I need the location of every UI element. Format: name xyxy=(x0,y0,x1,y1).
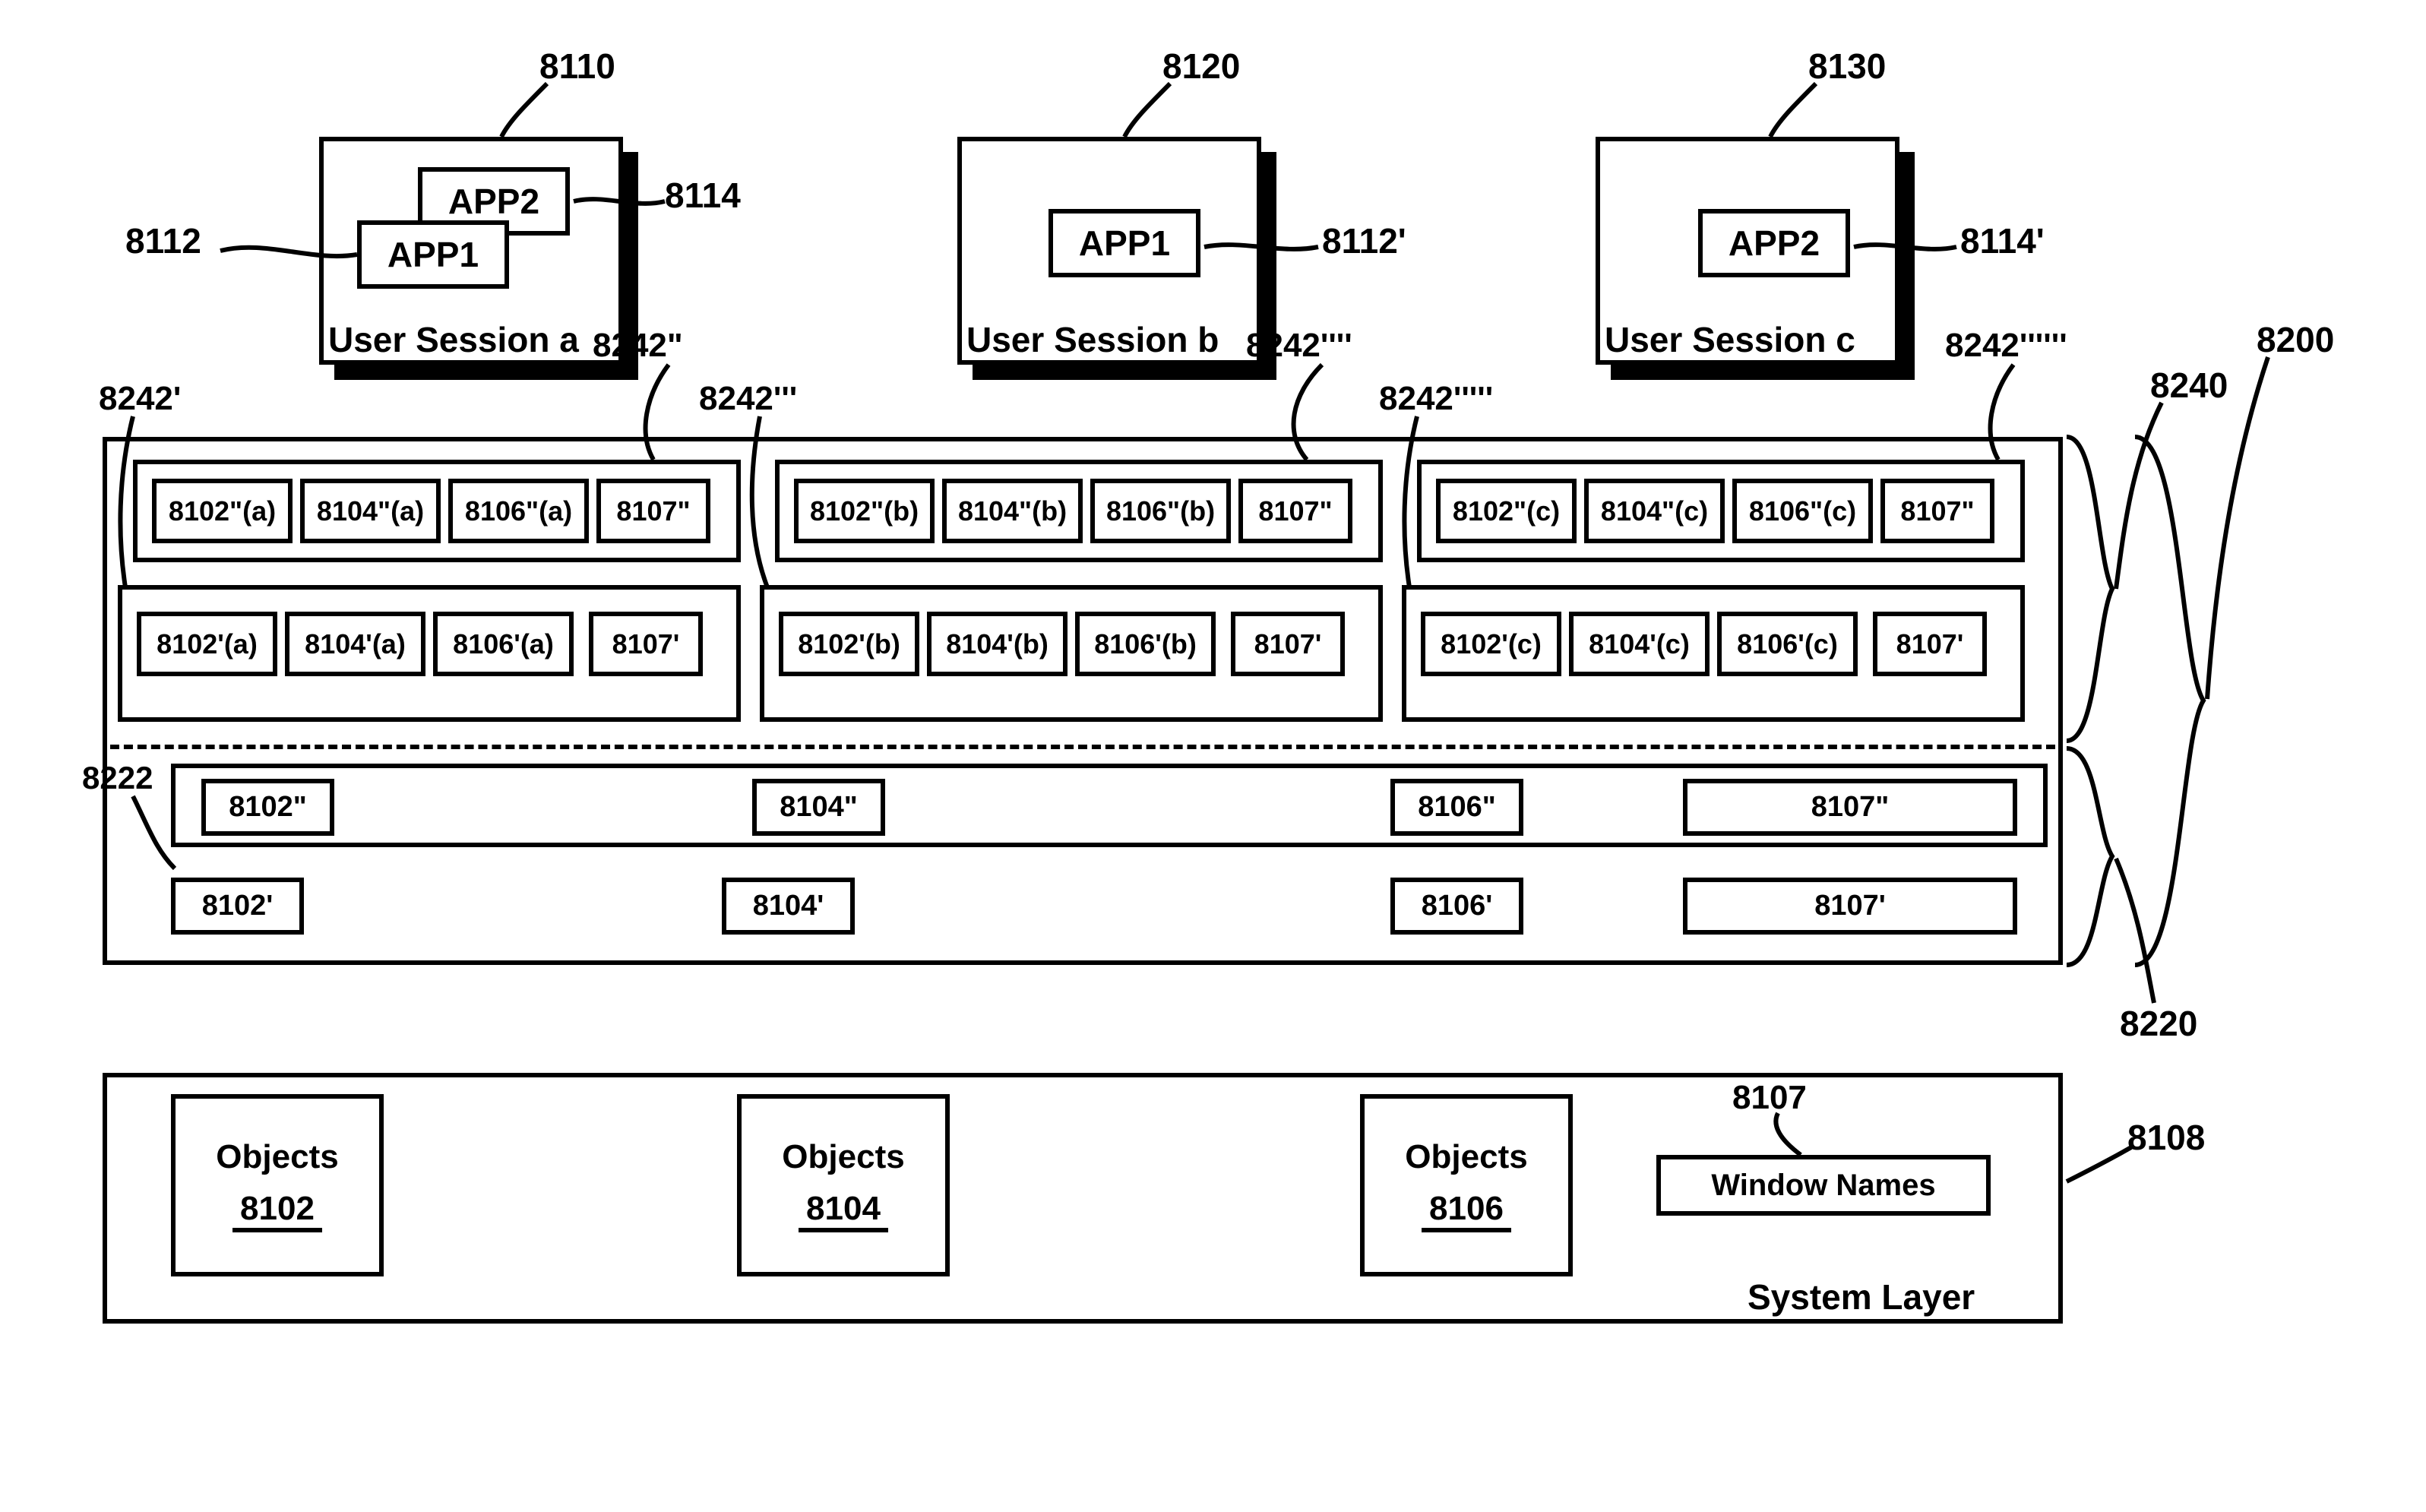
ref-8242p4: 8242'''' xyxy=(1246,327,1352,365)
cell-8106dd-c: 8106"(c) xyxy=(1732,479,1873,543)
cell-8104d-a: 8104'(a) xyxy=(285,612,425,676)
leader-8108 xyxy=(2067,1147,2135,1185)
cell-8102dd-b: 8102"(b) xyxy=(794,479,935,543)
leader-8242pp xyxy=(631,365,676,463)
objects-num-8106: 8106 xyxy=(1422,1190,1511,1232)
dashed-divider xyxy=(110,745,2055,749)
leader-8112p xyxy=(1204,239,1318,255)
cell-8106dd: 8106" xyxy=(1390,779,1523,836)
cell-8104d: 8104' xyxy=(722,878,855,935)
app1-block-b: APP1 xyxy=(1049,209,1200,277)
leader-8114 xyxy=(574,194,665,209)
cell-8102d-c: 8102'(c) xyxy=(1421,612,1561,676)
session-b-label: User Session b xyxy=(966,319,1219,360)
leader-8200 xyxy=(2207,357,2283,707)
session-a-label: User Session a xyxy=(328,319,579,360)
brace-8200 xyxy=(2135,437,2211,965)
leader-8242p4 xyxy=(1276,365,1330,463)
app1-block-a: APP1 xyxy=(357,220,509,289)
cell-8102dd-a: 8102"(a) xyxy=(152,479,293,543)
cell-8102d: 8102' xyxy=(171,878,304,935)
cell-8106d-a: 8106'(a) xyxy=(433,612,574,676)
ref-8108: 8108 xyxy=(2127,1117,2205,1158)
session-c-label: User Session c xyxy=(1605,319,1855,360)
ref-8242p: 8242' xyxy=(99,380,181,418)
ref-8130: 8130 xyxy=(1808,46,1886,87)
objects-num-8102: 8102 xyxy=(232,1190,322,1232)
ref-8242pp: 8242" xyxy=(593,327,683,365)
objects-8104: Objects 8104 xyxy=(737,1094,950,1276)
leader-8130 xyxy=(1770,84,1861,144)
leader-8242ppp xyxy=(752,416,783,591)
cell-8102dd: 8102" xyxy=(201,779,334,836)
leader-8114p xyxy=(1854,239,1956,255)
objects-label-3: Objects xyxy=(1405,1138,1527,1176)
cell-8107d-b: 8107' xyxy=(1231,612,1345,676)
leader-8120 xyxy=(1124,84,1216,144)
cell-8102dd-c: 8102"(c) xyxy=(1436,479,1577,543)
objects-8102: Objects 8102 xyxy=(171,1094,384,1276)
leader-8112 xyxy=(220,239,357,262)
window-names-box: Window Names xyxy=(1656,1155,1991,1216)
cell-8107dd: 8107" xyxy=(1683,779,2017,836)
leader-8242p xyxy=(118,416,148,591)
ref-8114: 8114 xyxy=(665,175,741,216)
cell-8107d: 8107' xyxy=(1683,878,2017,935)
cell-8107dd-c: 8107" xyxy=(1880,479,1994,543)
cell-8102d-a: 8102'(a) xyxy=(137,612,277,676)
cell-8102d-b: 8102'(b) xyxy=(779,612,919,676)
objects-label-1: Objects xyxy=(216,1138,338,1176)
leader-8107 xyxy=(1770,1113,1808,1159)
cell-8104dd-b: 8104"(b) xyxy=(942,479,1083,543)
leader-8242p5 xyxy=(1402,416,1432,591)
cell-8106dd-b: 8106"(b) xyxy=(1090,479,1231,543)
cell-8107d-a: 8107' xyxy=(589,612,703,676)
objects-label-2: Objects xyxy=(782,1138,904,1176)
cell-8106d-c: 8106'(c) xyxy=(1717,612,1858,676)
cell-8107d-c: 8107' xyxy=(1873,612,1987,676)
cell-8104dd-a: 8104"(a) xyxy=(300,479,441,543)
leader-8222 xyxy=(133,796,179,872)
ref-8112p: 8112' xyxy=(1322,220,1406,261)
ref-8242p6: 8242'''''' xyxy=(1945,327,2067,365)
ref-8120: 8120 xyxy=(1162,46,1240,87)
ref-8242ppp: 8242''' xyxy=(699,380,797,418)
objects-num-8104: 8104 xyxy=(799,1190,888,1232)
cell-8106dd-a: 8106"(a) xyxy=(448,479,589,543)
system-layer-label: System Layer xyxy=(1748,1276,1975,1317)
cell-8107dd-a: 8107" xyxy=(596,479,710,543)
diagram-canvas: APP2 APP1 User Session a APP1 User Sessi… xyxy=(0,0,2426,1512)
ref-8112: 8112 xyxy=(125,220,201,261)
cell-8106d-b: 8106'(b) xyxy=(1075,612,1216,676)
cell-8104dd-c: 8104"(c) xyxy=(1584,479,1725,543)
cell-8104d-b: 8104'(b) xyxy=(927,612,1068,676)
leader-8242p6 xyxy=(1975,365,2029,463)
cell-8106d: 8106' xyxy=(1390,878,1523,935)
ref-8222: 8222 xyxy=(82,760,153,796)
ref-8107: 8107 xyxy=(1732,1079,1807,1117)
leader-8110 xyxy=(501,84,593,144)
cell-8104d-c: 8104'(c) xyxy=(1569,612,1710,676)
app2-block-c: APP2 xyxy=(1698,209,1850,277)
objects-8106: Objects 8106 xyxy=(1360,1094,1573,1276)
ref-8200: 8200 xyxy=(2257,319,2334,360)
cell-8107dd-b: 8107" xyxy=(1238,479,1352,543)
ref-8114p: 8114' xyxy=(1960,220,2045,261)
ref-8110: 8110 xyxy=(539,46,615,87)
cell-8104dd: 8104" xyxy=(752,779,885,836)
ref-8242p5: 8242''''' xyxy=(1379,380,1493,418)
